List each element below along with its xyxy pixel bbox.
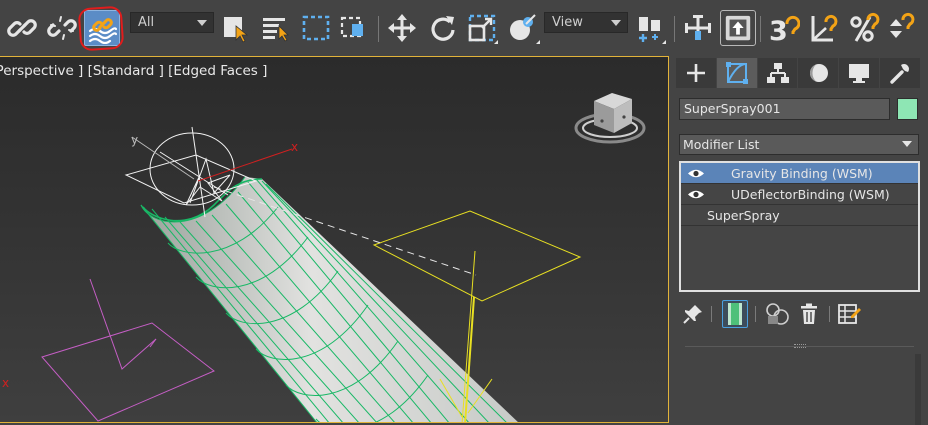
modify-tab[interactable] bbox=[716, 58, 757, 88]
angle-snap-icon bbox=[811, 14, 838, 42]
bind-to-space-warp-button[interactable] bbox=[84, 10, 120, 46]
reference-coordinate-value: View bbox=[552, 15, 583, 30]
modifier-stack-base-object[interactable]: SuperSpray bbox=[681, 205, 918, 226]
rectangular-selection-button[interactable] bbox=[298, 10, 334, 46]
configure-modifier-sets-button[interactable] bbox=[836, 300, 862, 328]
modifier-stack-item-label: Gravity Binding (WSM) bbox=[731, 166, 873, 181]
move-button[interactable] bbox=[384, 10, 420, 46]
spinner-snap-button[interactable] bbox=[884, 10, 920, 46]
select-object-button[interactable] bbox=[218, 10, 254, 46]
unlink-icon bbox=[47, 16, 77, 40]
modifier-stack-item[interactable]: Gravity Binding (WSM) bbox=[681, 163, 918, 184]
rotate-icon bbox=[431, 16, 455, 41]
rollout-grip-handle[interactable] bbox=[794, 344, 806, 348]
eye-icon[interactable] bbox=[687, 168, 705, 179]
motion-tab[interactable] bbox=[798, 58, 839, 88]
configure-modifier-sets-icon bbox=[838, 304, 861, 324]
modifier-stack-item-label: UDeflectorBinding (WSM) bbox=[731, 187, 890, 202]
snaps-toggle-icon: 3 bbox=[769, 15, 800, 44]
toolbar-separator bbox=[760, 16, 761, 42]
toolbar-separator bbox=[829, 306, 830, 322]
modifier-stack-item[interactable]: UDeflectorBinding (WSM) bbox=[681, 184, 918, 205]
modifier-list-dropdown[interactable]: Modifier List bbox=[679, 134, 919, 155]
snap-number: 3 bbox=[769, 16, 788, 44]
trash-icon bbox=[801, 303, 817, 324]
angle-snap-button[interactable] bbox=[806, 10, 842, 46]
toolbar-separator bbox=[378, 16, 379, 42]
selection-filter-dropdown[interactable]: All bbox=[130, 12, 214, 33]
placement-button[interactable] bbox=[504, 10, 540, 46]
x-axis-label: x bbox=[291, 140, 298, 154]
motion-icon bbox=[810, 64, 829, 82]
command-panel-tabs bbox=[676, 58, 921, 88]
select-by-name-button[interactable] bbox=[258, 10, 294, 46]
keyboard-shortcut-override-button[interactable] bbox=[720, 10, 756, 46]
move-icon bbox=[388, 14, 416, 42]
wrench-icon bbox=[890, 64, 910, 84]
hierarchy-tab[interactable] bbox=[757, 58, 798, 88]
modifier-stack-toolbar bbox=[680, 300, 920, 328]
bind-to-space-warp-icon bbox=[88, 18, 118, 44]
plus-icon bbox=[686, 64, 705, 82]
toolbar-separator bbox=[711, 306, 712, 322]
link-button[interactable] bbox=[4, 10, 40, 46]
object-name-value: SuperSpray001 bbox=[684, 101, 781, 116]
selection-filter-value: All bbox=[138, 15, 155, 30]
pin-stack-button[interactable] bbox=[680, 300, 706, 328]
window-crossing-button[interactable] bbox=[336, 10, 372, 46]
percent-snap-icon bbox=[850, 12, 880, 42]
select-by-name-icon bbox=[263, 18, 289, 42]
object-color-swatch[interactable] bbox=[897, 98, 918, 120]
modifier-stack-item-label: SuperSpray bbox=[707, 208, 780, 223]
make-unique-icon bbox=[766, 303, 789, 325]
select-and-manipulate-icon bbox=[685, 15, 711, 40]
modify-icon bbox=[725, 62, 748, 84]
main-toolbar: All View 3 bbox=[0, 0, 928, 56]
select-object-icon bbox=[224, 17, 249, 43]
toolbar-separator bbox=[674, 16, 675, 42]
panel-scrollbar[interactable] bbox=[915, 354, 921, 425]
toolbar-separator bbox=[755, 306, 756, 322]
select-and-manipulate-button[interactable] bbox=[680, 10, 716, 46]
eye-icon[interactable] bbox=[687, 189, 705, 200]
make-unique-button[interactable] bbox=[764, 300, 790, 328]
rotate-button[interactable] bbox=[424, 10, 460, 46]
show-end-result-button[interactable] bbox=[722, 300, 748, 328]
pin-stack-icon bbox=[683, 305, 702, 324]
placement-icon bbox=[510, 14, 536, 40]
display-icon bbox=[849, 64, 870, 83]
flyout-indicator bbox=[536, 40, 540, 44]
viewcube[interactable] bbox=[574, 93, 646, 144]
scene-canvas[interactable]: x y x bbox=[0, 57, 669, 423]
link-icon bbox=[7, 19, 37, 37]
create-tab[interactable] bbox=[676, 58, 716, 88]
chevron-down-icon bbox=[197, 20, 207, 26]
gravity-space-warp[interactable] bbox=[41, 278, 215, 422]
flyout-indicator bbox=[662, 40, 666, 44]
utilities-tab[interactable] bbox=[880, 58, 920, 88]
hierarchy-icon bbox=[766, 63, 789, 83]
world-x-axis-label: x bbox=[2, 376, 9, 390]
chevron-down-icon bbox=[611, 20, 621, 26]
keyboard-shortcut-override-icon bbox=[725, 15, 751, 41]
spinner-snap-icon bbox=[890, 12, 915, 38]
y-axis-label: y bbox=[131, 133, 138, 147]
percent-snap-button[interactable] bbox=[846, 10, 882, 46]
modifier-stack[interactable]: Gravity Binding (WSM) UDeflectorBinding … bbox=[679, 161, 920, 292]
show-end-result-icon bbox=[728, 303, 742, 325]
viewport-label[interactable]: [ Perspective ] [Standard ] [Edged Faces… bbox=[0, 63, 267, 79]
display-tab[interactable] bbox=[839, 58, 880, 88]
remove-modifier-button[interactable] bbox=[796, 300, 822, 328]
snaps-toggle-button[interactable]: 3 bbox=[766, 10, 802, 46]
modifier-list-label: Modifier List bbox=[683, 137, 760, 152]
object-name-field[interactable]: SuperSpray001 bbox=[679, 98, 890, 120]
unlink-button[interactable] bbox=[44, 10, 80, 46]
perspective-viewport[interactable]: x y x [ Perspective ] [Standard ] [Edged… bbox=[0, 56, 669, 423]
flyout-indicator bbox=[494, 40, 498, 44]
chevron-down-icon bbox=[902, 141, 912, 147]
command-panel: SuperSpray001 Modifier List Gravity Bind… bbox=[672, 56, 928, 425]
rectangular-selection-icon bbox=[302, 15, 330, 41]
window-crossing-icon bbox=[340, 16, 363, 38]
reference-coordinate-dropdown[interactable]: View bbox=[544, 12, 628, 33]
